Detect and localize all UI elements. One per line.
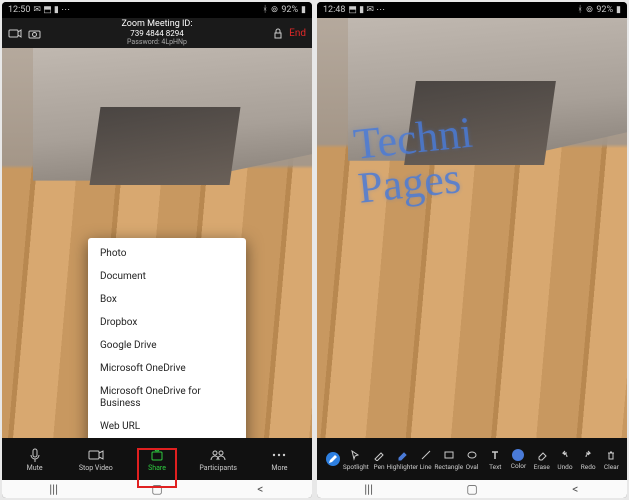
participants-label: Participants [199,464,237,472]
battery-pct: 92% [596,5,613,15]
erase-button[interactable]: Erase [530,448,553,471]
participants-button[interactable]: Participants [188,448,249,472]
nav-recent[interactable]: ||| [47,482,61,496]
nav-home[interactable]: ▢ [150,482,164,496]
share-button[interactable]: Share [126,448,187,472]
color-swatch-icon [512,449,524,461]
rectangle-button[interactable]: Rectangle [437,448,460,471]
oval-label: Oval [466,463,479,471]
share-menu: Photo Document Box Dropbox Google Drive … [88,238,246,438]
rectangle-label: Rectangle [434,463,463,471]
oval-icon [465,448,479,462]
stop-video-button[interactable]: Stop Video [65,448,126,472]
lock-icon [273,28,283,39]
zoom-footer: Mute Stop Video Share Participants More [2,438,312,480]
share-option-box[interactable]: Box [88,288,246,311]
share-label: Share [148,464,166,472]
share-option-web-url[interactable]: Web URL [88,415,246,438]
status-time: 12:48 [323,5,345,15]
share-icon [149,448,165,462]
battery-icon: ▮ [301,5,306,15]
zoom-header: Zoom Meeting ID: 739 4844 8294 Password:… [2,18,312,48]
wifi-icon: ⊚ [271,5,279,15]
pen-icon [372,448,386,462]
oval-button[interactable]: Oval [460,448,483,471]
nav-home[interactable]: ▢ [465,482,479,496]
undo-button[interactable]: Undo [553,448,576,471]
redo-button[interactable]: Redo [577,448,600,471]
trash-icon [604,448,618,462]
more-label: More [271,464,287,472]
line-label: Line [419,463,431,471]
share-option-photo[interactable]: Photo [88,242,246,265]
rectangle-icon [442,448,456,462]
erase-label: Erase [534,463,550,471]
color-label: Color [511,462,526,470]
share-option-onedrive-business[interactable]: Microsoft OneDrive for Business [88,380,246,415]
video-area: Photo Document Box Dropbox Google Drive … [2,48,312,438]
pencil-icon [326,452,340,466]
erase-icon [535,448,549,462]
color-button[interactable]: Color [507,449,530,470]
nav-back[interactable]: < [568,482,582,496]
undo-label: Undo [557,463,572,471]
pencil-fab-button[interactable] [321,452,344,466]
share-option-onedrive[interactable]: Microsoft OneDrive [88,357,246,380]
status-icons-left: ⬒ ▮ ✉ ⋯ [348,5,385,15]
clear-label: Clear [604,463,619,471]
end-button[interactable]: End [289,28,306,39]
wifi-icon: ⊚ [586,5,594,15]
video-background [317,18,627,438]
more-icon [271,448,287,462]
status-icons-left: ✉ ⬒ ▮ ⋯ [33,5,70,15]
stop-video-label: Stop Video [79,464,113,472]
nav-back[interactable]: < [253,482,267,496]
video-icon [88,448,104,462]
status-time: 12:50 [8,5,30,15]
pen-label: Pen [374,463,385,471]
camera-switch-icon[interactable] [8,28,22,39]
line-icon [419,448,433,462]
status-bar: 12:48 ⬒ ▮ ✉ ⋯ ᚼ ⊚ 92% ▮ [317,2,627,18]
battery-icon: ▮ [616,5,621,15]
clear-button[interactable]: Clear [600,448,623,471]
highlight-icon [395,448,409,462]
undo-icon [558,448,572,462]
more-button[interactable]: More [249,448,310,472]
bluetooth-icon: ᚼ [577,5,582,15]
share-option-dropbox[interactable]: Dropbox [88,311,246,334]
android-navbar: ||| ▢ < [2,480,312,498]
spotlight-icon [349,448,363,462]
annotation-toolbar: Spotlight Pen Highlighter Line Rectangle… [317,438,627,480]
share-option-document[interactable]: Document [88,265,246,288]
camera-icon[interactable] [28,28,41,39]
meeting-password: Password: 4LpHNp [121,39,192,47]
text-icon [488,448,502,462]
text-button[interactable]: Text [484,448,507,471]
phone-right: 12:48 ⬒ ▮ ✉ ⋯ ᚼ ⊚ 92% ▮ Techni Pages Spo… [317,2,627,498]
participants-icon [210,448,226,462]
android-navbar: ||| ▢ < [317,480,627,498]
battery-pct: 92% [281,5,298,15]
spotlight-label: Spotlight [343,463,369,471]
text-label: Text [489,463,501,471]
mic-icon [27,448,43,462]
annotation-area[interactable]: Techni Pages [317,18,627,438]
status-bar: 12:50 ✉ ⬒ ▮ ⋯ ᚼ ⊚ 92% ▮ [2,2,312,18]
highlight-button[interactable]: Highlighter [391,448,414,471]
spotlight-button[interactable]: Spotlight [344,448,367,471]
mute-button[interactable]: Mute [4,448,65,472]
bluetooth-icon: ᚼ [262,5,267,15]
redo-label: Redo [581,463,596,471]
nav-recent[interactable]: ||| [362,482,376,496]
share-option-google-drive[interactable]: Google Drive [88,334,246,357]
mute-label: Mute [27,464,43,472]
redo-icon [581,448,595,462]
phone-left: 12:50 ✉ ⬒ ▮ ⋯ ᚼ ⊚ 92% ▮ Zoom Meeting ID:… [2,2,312,498]
